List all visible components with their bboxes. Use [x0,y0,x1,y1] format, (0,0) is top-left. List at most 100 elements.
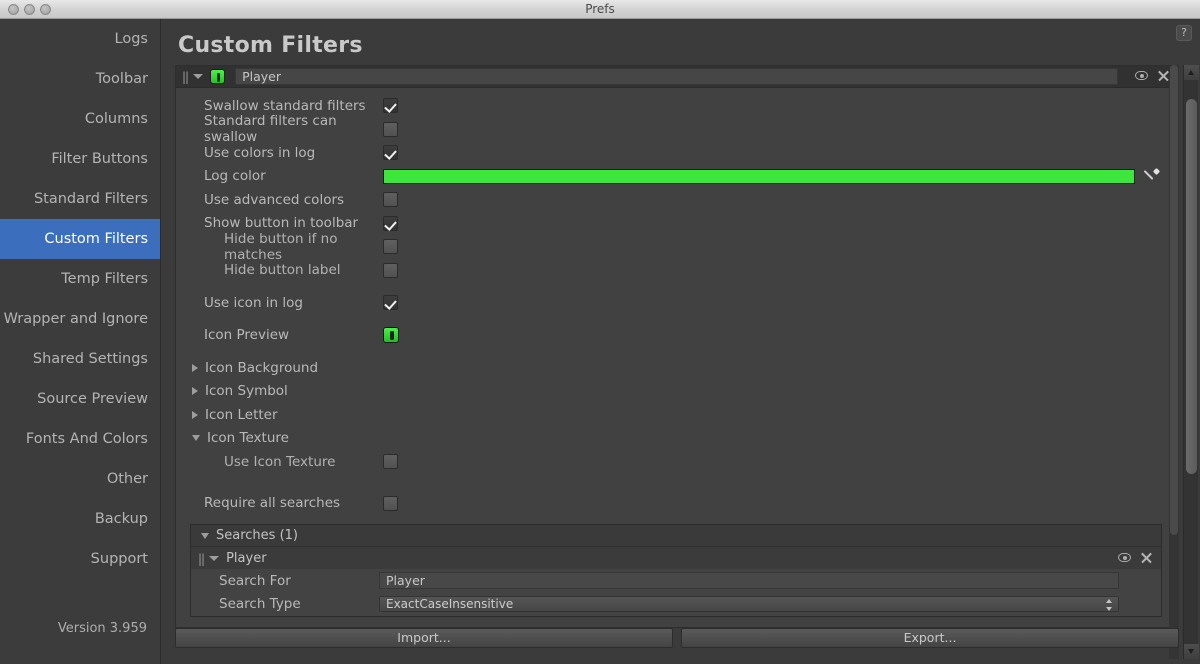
sidebar-item-standard-filters[interactable]: Standard Filters [0,179,160,219]
sidebar-item-wrapper-and-ignore[interactable]: Wrapper and Ignore [0,299,160,339]
setting-row-hide-button-if-no-matches: Hide button if no matches [176,231,1178,263]
scrollbar-thumb[interactable] [1186,99,1197,474]
searches-header[interactable]: Searches (1) [191,525,1161,547]
custom-filter-body: Swallow standard filters Standard filter… [176,88,1178,627]
foldout-label: Icon Symbol [205,383,288,400]
checkbox-use-colors-in-log[interactable] [383,145,398,161]
setting-label: Require all searches [204,495,341,512]
scroll-down-icon[interactable] [1184,644,1199,659]
export-button[interactable]: Export... [681,628,1179,648]
chevron-down-icon[interactable] [209,556,220,561]
settings-scroll-area: || Player Swallow standard filters Stand… [175,65,1179,632]
visibility-icon[interactable] [1118,553,1131,562]
setting-row-use-advanced-colors: Use advanced colors [176,188,1178,212]
footer-button-bar: Import... Export... [175,628,1179,648]
setting-label: Use advanced colors [204,191,345,208]
checkbox-hide-button-label[interactable] [383,262,398,278]
window-title-bar: Prefs [0,0,1200,19]
sidebar-item-source-preview[interactable]: Source Preview [0,379,160,419]
setting-row-log-color: Log color [176,165,1178,189]
log-color-swatch[interactable] [383,168,1135,184]
inner-vertical-scrollbar[interactable] [1169,65,1179,659]
setting-row-standard-filters-can-swallow: Standard filters can swallow [176,113,1178,145]
checkbox-use-icon-texture[interactable] [383,454,398,470]
setting-label: Icon Preview [204,327,290,344]
field-row-search-type: Search Type ExactCaseInsensitive [191,593,1161,617]
search-type-value: ExactCaseInsensitive [386,597,514,612]
setting-label: Swallow standard filters [204,97,366,114]
scroll-up-icon[interactable] [1184,65,1199,80]
sidebar-item-shared-settings[interactable]: Shared Settings [0,339,160,379]
sidebar-item-filter-buttons[interactable]: Filter Buttons [0,139,160,179]
window-body: Logs Toolbar Columns Filter Buttons Stan… [0,19,1200,664]
filter-name-input[interactable]: Player [235,68,1118,85]
setting-row-icon-preview: Icon Preview [176,324,1178,348]
checkbox-standard-filters-can-swallow[interactable] [383,121,398,137]
window-title: Prefs [585,2,615,16]
chevron-down-icon[interactable] [193,74,204,79]
search-for-input[interactable]: Player [379,572,1119,590]
search-item-header[interactable]: || Player [191,548,1161,569]
icon-preview-swatch [383,327,399,344]
checkbox-hide-button-if-no-matches[interactable] [383,239,398,255]
sidebar-item-logs[interactable]: Logs [0,19,160,59]
sidebar-item-temp-filters[interactable]: Temp Filters [0,259,160,299]
foldout-icon-letter[interactable]: Icon Letter [176,403,1178,427]
foldout-label: Icon Letter [205,406,278,423]
field-label: Search Type [219,596,301,613]
setting-row-hide-button-label: Hide button label [176,259,1178,283]
inner-scrollbar-thumb[interactable] [1170,65,1178,535]
foldout-icon-background[interactable]: Icon Background [176,356,1178,380]
sidebar-item-backup[interactable]: Backup [0,499,160,539]
help-icon[interactable]: ? [1176,25,1192,41]
setting-row-require-all-searches: Require all searches [176,492,1178,516]
setting-label: Show button in toolbar [204,215,359,232]
checkbox-use-advanced-colors[interactable] [383,192,398,208]
checkbox-show-button-in-toolbar[interactable] [383,215,398,231]
vertical-scrollbar[interactable] [1183,65,1199,659]
eyedropper-icon[interactable] [1144,169,1159,184]
drag-handle-icon[interactable]: || [182,70,189,84]
sidebar-item-columns[interactable]: Columns [0,99,160,139]
setting-row-use-icon-texture: Use Icon Texture [176,450,1178,474]
foldout-icon-texture[interactable]: Icon Texture [176,427,1178,451]
foldout-icon-symbol[interactable]: Icon Symbol [176,380,1178,404]
close-icon[interactable] [1140,551,1153,564]
drag-handle-icon[interactable]: || [198,552,205,566]
chevron-down-icon [192,435,200,442]
setting-label: Use colors in log [204,144,316,161]
visibility-icon[interactable] [1135,71,1148,80]
setting-label: Use Icon Texture [224,453,336,470]
search-item: || Player Search For Player Search Type … [191,547,1161,616]
chevron-right-icon [192,410,198,419]
field-label: Search For [219,572,291,589]
page-title: Custom Filters [178,33,363,58]
custom-filter-header[interactable]: || Player [176,66,1178,88]
setting-row-use-icon-in-log: Use icon in log [176,291,1178,315]
sidebar-item-toolbar[interactable]: Toolbar [0,59,160,99]
search-type-dropdown[interactable]: ExactCaseInsensitive [379,596,1119,613]
searches-header-label: Searches (1) [216,528,298,543]
setting-row-use-colors-in-log: Use colors in log [176,141,1178,165]
checkbox-swallow-standard-filters[interactable] [383,98,398,114]
chevron-right-icon [192,387,198,396]
checkbox-use-icon-in-log[interactable] [383,295,398,311]
sidebar-item-other[interactable]: Other [0,459,160,499]
import-button[interactable]: Import... [175,628,673,648]
sidebar-item-support[interactable]: Support [0,539,160,579]
custom-filter-header-actions [1135,69,1170,82]
sidebar-item-fonts-and-colors[interactable]: Fonts And Colors [0,419,160,459]
sidebar-item-custom-filters[interactable]: Custom Filters [0,219,160,259]
chevron-right-icon [192,363,198,372]
setting-label: Hide button label [224,262,341,279]
checkbox-require-all-searches[interactable] [383,495,398,511]
main-panel: Custom Filters ? || Player Swallow stand… [161,19,1200,664]
field-row-search-for: Search For Player [191,569,1161,593]
version-label: Version 3.959 [57,621,147,636]
custom-filter-card: || Player Swallow standard filters Stand… [175,65,1179,628]
